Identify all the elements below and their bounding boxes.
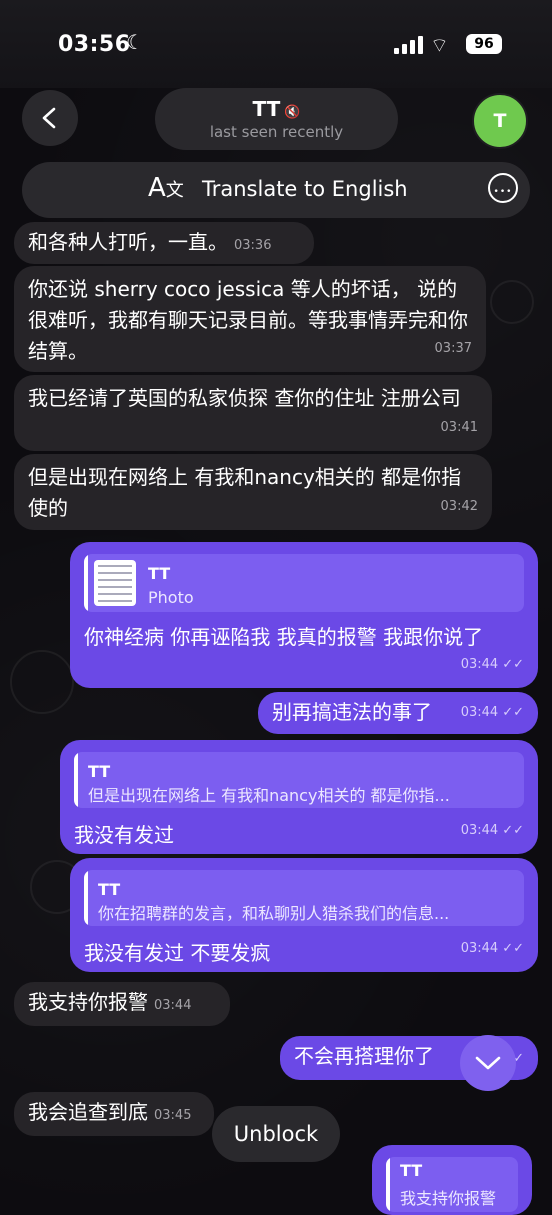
double-check-icon: ✓✓ — [502, 941, 524, 956]
message-time: 03:44 — [460, 941, 499, 956]
chevron-down-icon — [475, 1056, 501, 1070]
message-text: 你还说 sherry coco jessica 等人的坏话， 说的很难听，我都有… — [28, 277, 468, 363]
scroll-to-bottom-button[interactable] — [460, 1035, 516, 1091]
status-bar: 03:56 ☾ ⌔ 96 — [0, 0, 552, 88]
avatar[interactable]: T — [472, 93, 528, 149]
message-bubble[interactable]: TT 你在招聘群的发言，和私聊别人猎杀我们的信息... 我没有发过 不要发疯 0… — [70, 858, 538, 972]
message-text: 我支持你报警 — [28, 990, 148, 1014]
message-time: 03:41 — [440, 420, 478, 435]
message-time: 03:42 — [440, 499, 478, 514]
message-time: 03:44 — [154, 998, 192, 1013]
message-time: 03:45 — [154, 1108, 192, 1123]
message-time: 03:37 — [434, 341, 472, 356]
photo-thumbnail — [94, 560, 136, 606]
double-check-icon: ✓✓ — [502, 823, 524, 838]
reply-text: 但是出现在网络上 有我和nancy相关的 都是你指... — [88, 786, 450, 805]
message-text: 但是出现在网络上 有我和nancy相关的 都是你指使的 — [28, 465, 462, 520]
back-button[interactable] — [22, 90, 78, 146]
chat-title[interactable]: TT 🔇 last seen recently — [155, 88, 398, 150]
last-seen-status: last seen recently — [209, 123, 344, 141]
double-check-icon: ✓✓ — [502, 705, 524, 720]
message-bubble[interactable]: TT 但是出现在网络上 有我和nancy相关的 都是你指... 我没有发过 03… — [60, 740, 538, 854]
wifi-icon: ⌔ — [430, 33, 449, 57]
message-text: 我没有发过 不要发疯 — [84, 941, 271, 965]
background-doodle — [490, 280, 534, 324]
double-check-icon: ✓✓ — [502, 657, 524, 672]
reply-quote[interactable]: TT 你在招聘群的发言，和私聊别人猎杀我们的信息... — [84, 870, 524, 926]
translate-icon: A文 — [148, 173, 184, 203]
message-bubble[interactable]: 我支持你报警 03:44 — [14, 982, 230, 1026]
cell-signal-icon — [394, 36, 424, 54]
translate-bar[interactable]: A文 Translate to English ••• — [22, 162, 530, 218]
translate-label: Translate to English — [202, 177, 408, 201]
reply-text: Photo — [148, 588, 194, 607]
contact-name: TT — [252, 97, 281, 121]
message-text: 我已经请了英国的私家侦探 查你的住址 注册公司 — [28, 386, 461, 410]
message-text: 我会追查到底 — [28, 1100, 148, 1124]
focus-moon-icon: ☾ — [126, 30, 144, 54]
message-time: 03:36 — [234, 238, 272, 253]
message-text: 你神经病 你再诬陷我 我真的报警 我跟你说了 — [84, 625, 484, 649]
message-text: 我没有发过 — [74, 823, 174, 847]
mute-icon: 🔇 — [284, 105, 301, 120]
message-time: 03:44 — [460, 657, 499, 672]
chevron-left-icon — [42, 107, 56, 129]
message-time: 03:44 — [460, 823, 499, 838]
unblock-button[interactable]: Unblock — [212, 1106, 340, 1162]
message-bubble[interactable]: 你还说 sherry coco jessica 等人的坏话， 说的很难听，我都有… — [14, 266, 486, 372]
reply-text: 我支持你报警 — [400, 1189, 497, 1208]
message-text: 和各种人打听，一直。 — [28, 230, 228, 254]
reply-quote[interactable]: TT 我支持你报警 — [386, 1157, 518, 1212]
message-bubble[interactable]: 但是出现在网络上 有我和nancy相关的 都是你指使的 03:42 — [14, 454, 492, 530]
reply-author: TT — [400, 1161, 423, 1180]
reply-quote[interactable]: TT 但是出现在网络上 有我和nancy相关的 都是你指... — [74, 752, 524, 808]
message-bubble[interactable]: 我会追查到底 03:45 — [14, 1092, 214, 1136]
message-time: 03:44 — [460, 705, 499, 720]
message-bubble[interactable]: 别再搞违法的事了 03:44 ✓✓ — [258, 692, 538, 734]
reply-quote[interactable]: TT Photo — [84, 554, 524, 612]
more-options-icon[interactable]: ••• — [488, 173, 518, 203]
battery-icon: 96 — [466, 34, 502, 54]
reply-text: 你在招聘群的发言，和私聊别人猎杀我们的信息... — [98, 904, 450, 923]
background-doodle — [10, 650, 74, 714]
message-bubble[interactable]: TT Photo 你神经病 你再诬陷我 我真的报警 我跟你说了 03:44 ✓✓ — [70, 542, 538, 688]
message-bubble[interactable]: 我已经请了英国的私家侦探 查你的住址 注册公司 03:41 — [14, 375, 492, 451]
clock: 03:56 — [58, 32, 131, 57]
message-bubble[interactable]: 和各种人打听，一直。 03:36 — [14, 222, 314, 264]
message-bubble[interactable]: TT 我支持你报警 — [372, 1145, 532, 1215]
